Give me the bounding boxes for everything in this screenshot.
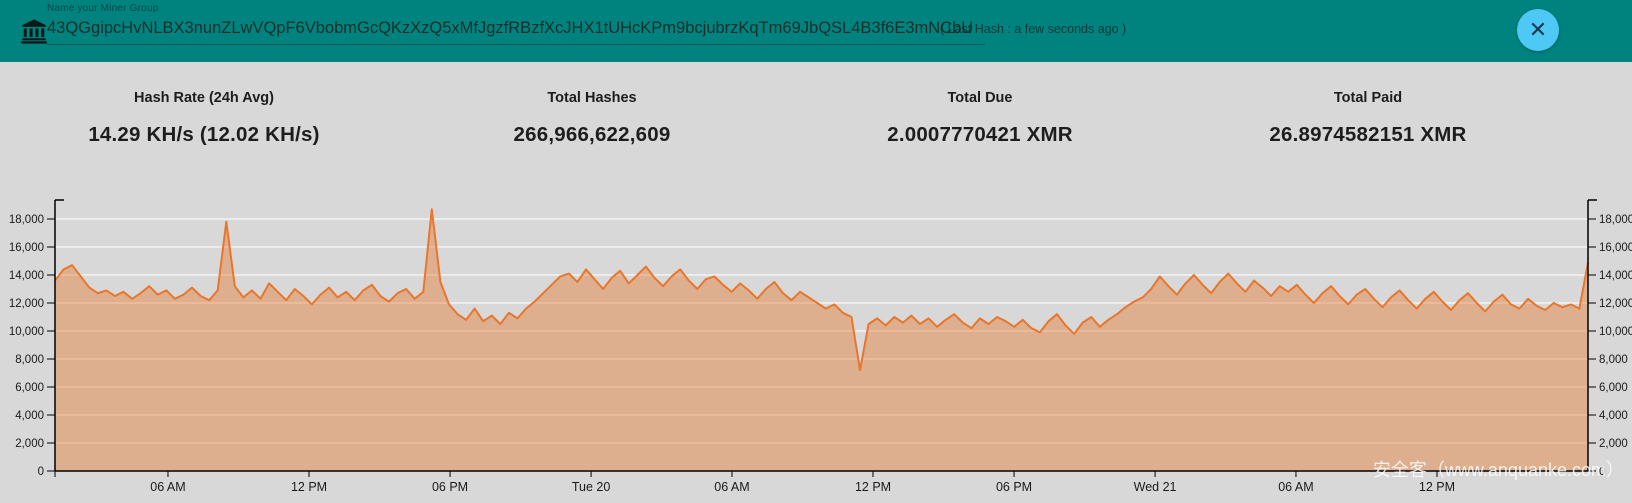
stat-value: 2.0007770421 XMR <box>786 123 1174 147</box>
wallet-address-field-wrap <box>47 17 985 45</box>
last-hash-status: ( Last Hash : a few seconds ago ) <box>940 22 1120 36</box>
svg-text:06 AM: 06 AM <box>714 480 749 494</box>
svg-text:4,000: 4,000 <box>1599 410 1628 422</box>
svg-text:14,000: 14,000 <box>1599 270 1632 282</box>
svg-text:10,000: 10,000 <box>9 326 44 338</box>
header-bar: Name your Miner Group ( Last Hash : a fe… <box>0 0 1632 62</box>
stat-total-due: Total Due 2.0007770421 XMR <box>786 90 1174 182</box>
close-button[interactable]: ✕ <box>1517 9 1559 51</box>
svg-text:10,000: 10,000 <box>1599 326 1632 338</box>
svg-text:6,000: 6,000 <box>1599 382 1628 394</box>
svg-text:18,000: 18,000 <box>9 214 44 226</box>
svg-text:12,000: 12,000 <box>9 298 44 310</box>
stat-value: 14.29 KH/s (12.02 KH/s) <box>10 123 398 147</box>
stat-total-paid: Total Paid 26.8974582151 XMR <box>1174 90 1562 182</box>
svg-text:0: 0 <box>38 466 44 478</box>
stat-label: Hash Rate (24h Avg) <box>10 90 398 106</box>
stat-value: 266,966,622,609 <box>398 123 786 147</box>
svg-text:Wed 21: Wed 21 <box>1134 480 1177 494</box>
svg-text:12 PM: 12 PM <box>855 480 891 494</box>
stat-label: Total Paid <box>1174 90 1562 106</box>
svg-text:2,000: 2,000 <box>15 438 44 450</box>
svg-text:8,000: 8,000 <box>1599 354 1628 366</box>
svg-text:14,000: 14,000 <box>9 270 44 282</box>
svg-text:06 PM: 06 PM <box>996 480 1032 494</box>
svg-text:2,000: 2,000 <box>1599 438 1628 450</box>
svg-text:8,000: 8,000 <box>15 354 44 366</box>
stats-row: Hash Rate (24h Avg) 14.29 KH/s (12.02 KH… <box>0 62 1632 182</box>
svg-text:12 PM: 12 PM <box>1419 480 1455 494</box>
svg-text:06 AM: 06 AM <box>1278 480 1313 494</box>
svg-text:06 PM: 06 PM <box>432 480 468 494</box>
miner-group-label: Name your Miner Group <box>47 3 158 14</box>
stat-label: Total Due <box>786 90 1174 106</box>
svg-text:16,000: 16,000 <box>9 242 44 254</box>
svg-text:16,000: 16,000 <box>1599 242 1632 254</box>
svg-text:4,000: 4,000 <box>15 410 44 422</box>
close-icon: ✕ <box>1529 19 1547 41</box>
svg-text:Tue 20: Tue 20 <box>572 480 611 494</box>
bank-icon <box>20 17 48 45</box>
hashrate-area-chart-canvas[interactable]: 002,0002,0004,0004,0006,0006,0008,0008,0… <box>0 180 1632 498</box>
svg-text:18,000: 18,000 <box>1599 214 1632 226</box>
svg-text:6,000: 6,000 <box>15 382 44 394</box>
watermark-text: 安全客（www.anquanke.com） <box>1373 456 1624 482</box>
svg-text:12,000: 12,000 <box>1599 298 1632 310</box>
svg-text:12 PM: 12 PM <box>291 480 327 494</box>
svg-text:06 AM: 06 AM <box>150 480 185 494</box>
stat-value: 26.8974582151 XMR <box>1174 123 1562 147</box>
stat-hash-rate: Hash Rate (24h Avg) 14.29 KH/s (12.02 KH… <box>10 90 398 182</box>
hashrate-chart[interactable]: 002,0002,0004,0004,0006,0006,0008,0008,0… <box>0 180 1632 498</box>
stat-total-hashes: Total Hashes 266,966,622,609 <box>398 90 786 182</box>
wallet-address-input[interactable] <box>47 17 985 45</box>
stat-label: Total Hashes <box>398 90 786 106</box>
